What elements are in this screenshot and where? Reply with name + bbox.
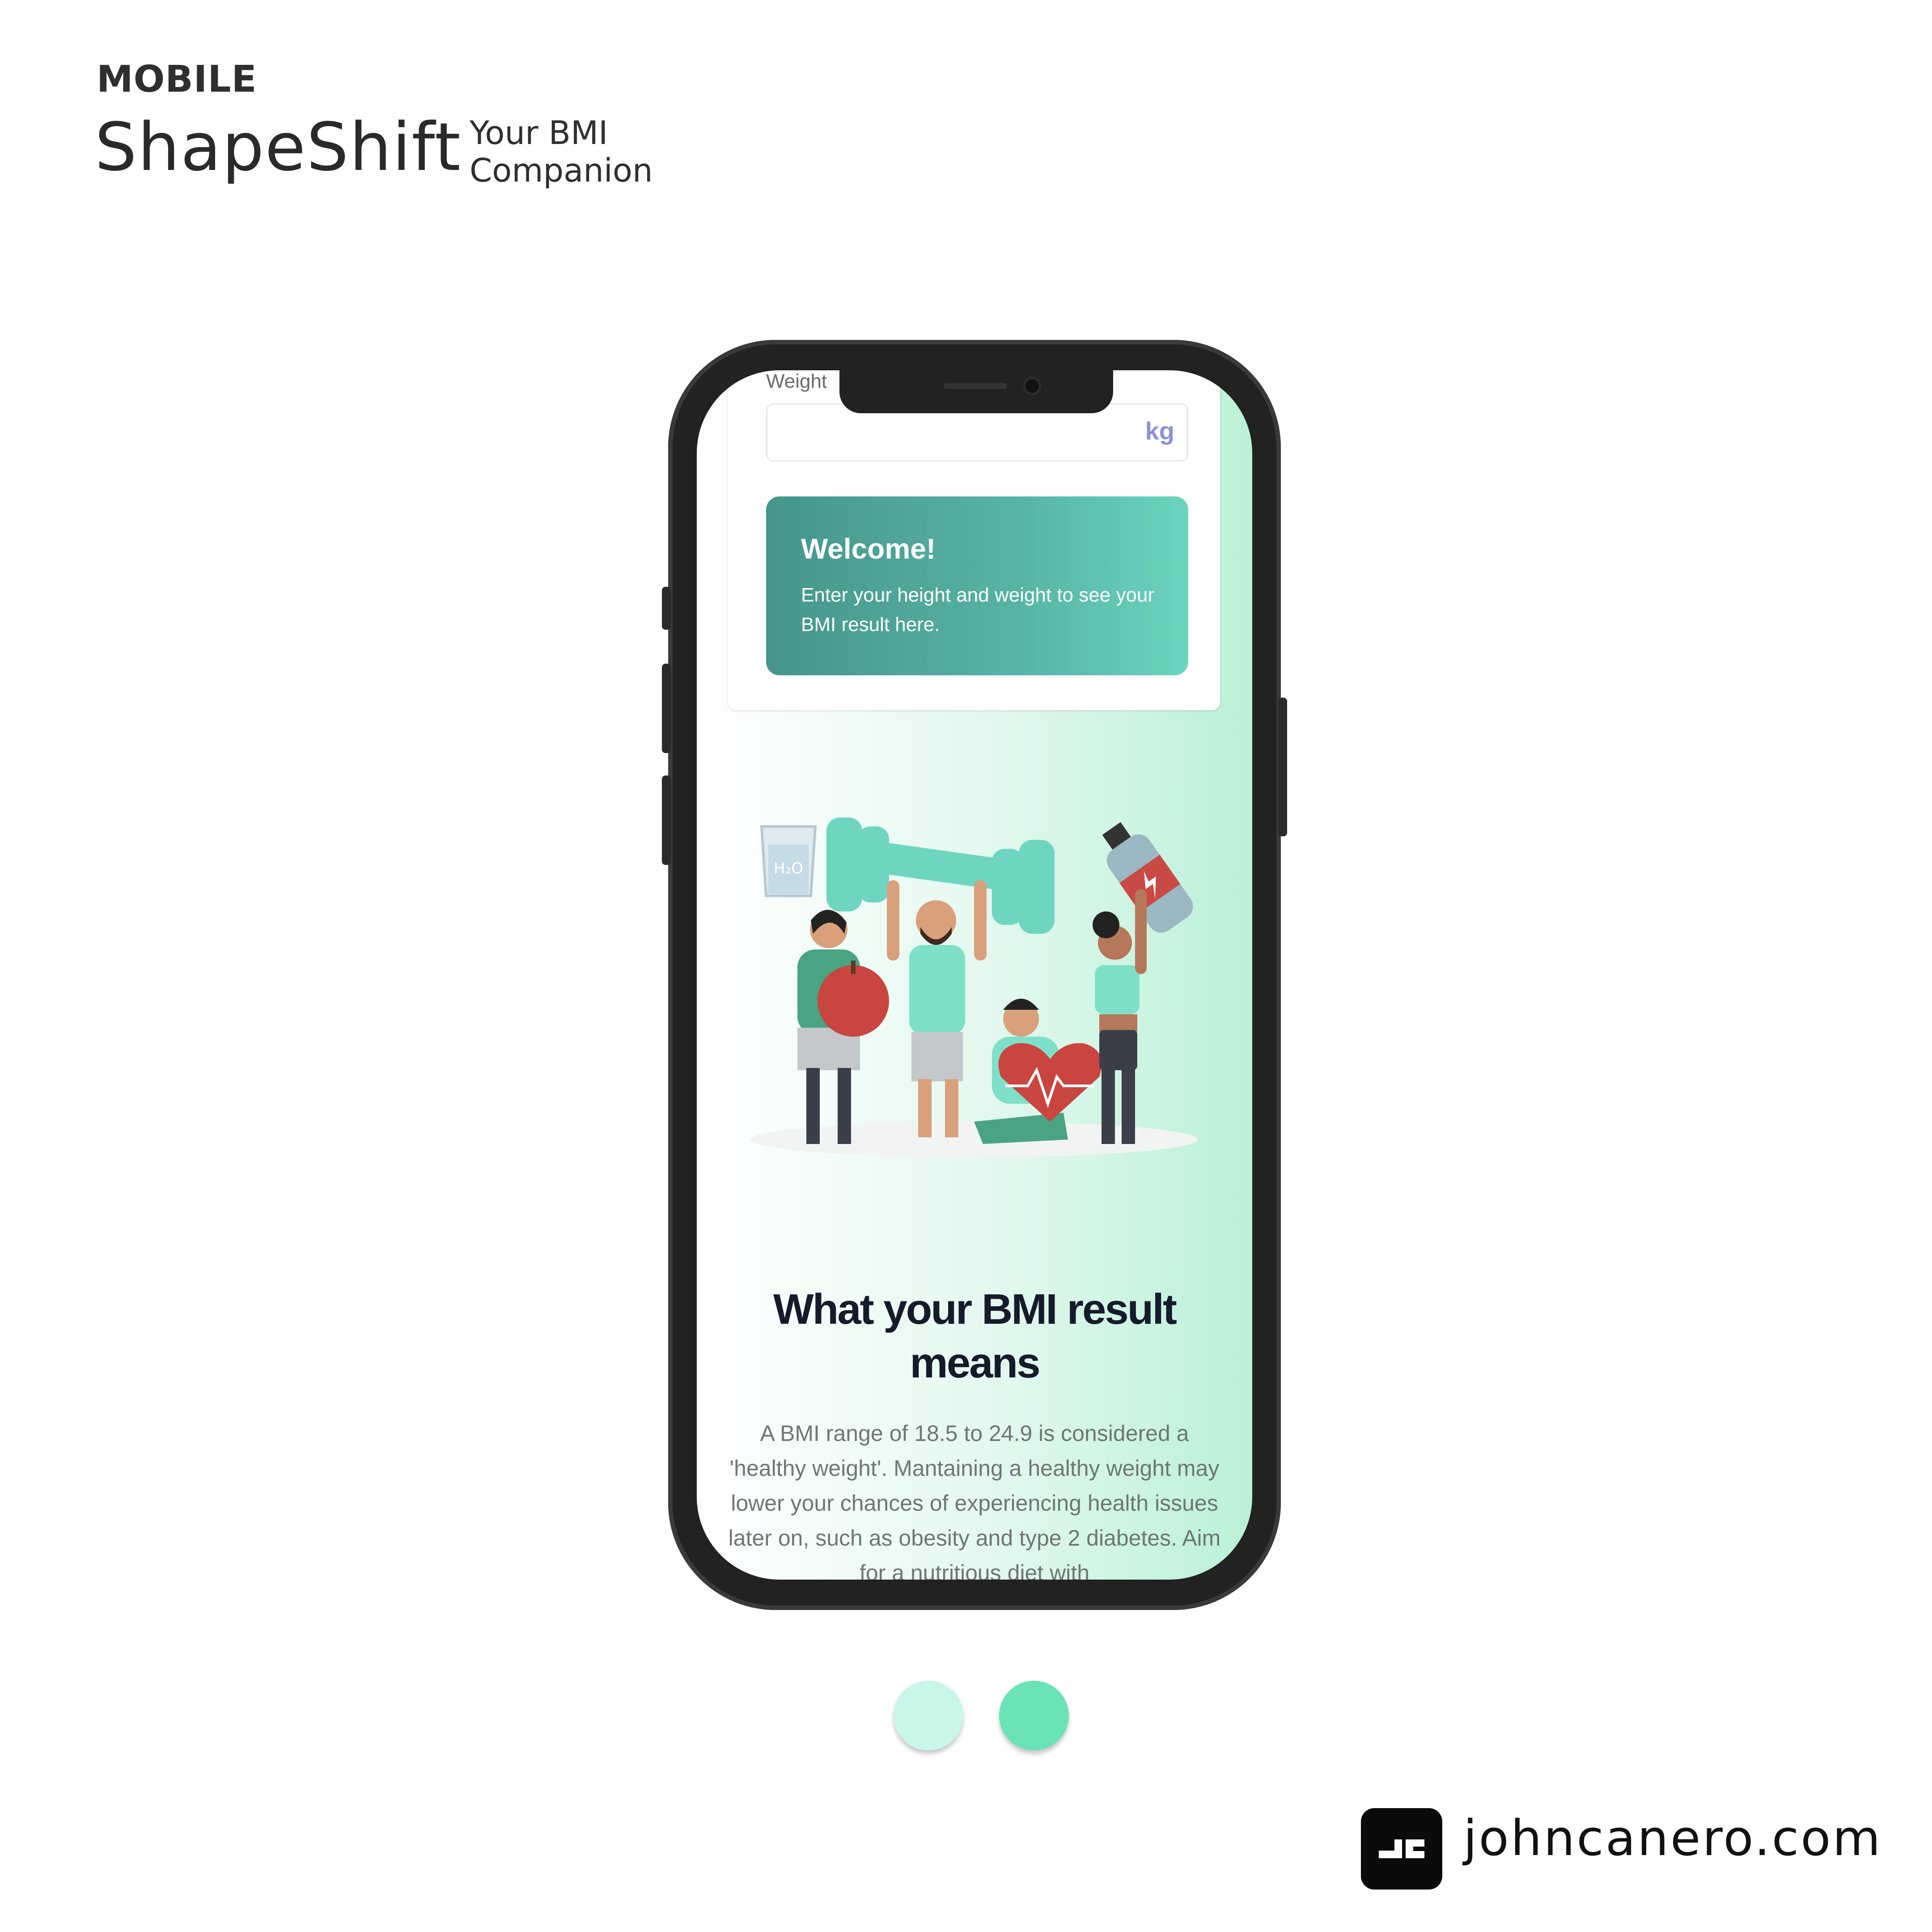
volume-down-button <box>662 775 671 865</box>
weight-unit: kg <box>1145 417 1174 445</box>
water-glass-icon: H₂O <box>760 825 817 897</box>
category-label: MOBILE <box>97 58 257 101</box>
bmi-info-heading: What your BMI result means <box>773 1285 1177 1387</box>
person-lifting <box>887 880 987 1137</box>
h2o-label: H₂O <box>774 860 803 877</box>
person-apple <box>797 910 889 1144</box>
bmi-info-paragraph: A BMI range of 18.5 to 24.9 is considere… <box>728 1421 1221 1580</box>
tagline-line-1: Your BMI <box>470 114 608 152</box>
brand-tagline: Your BMI Companion <box>470 114 653 189</box>
color-swatch-light-mint <box>894 1681 963 1750</box>
weight-label: Weight <box>766 370 827 392</box>
mute-switch <box>662 587 671 630</box>
website-label: johncanero.com <box>1463 1809 1882 1867</box>
bmi-form-card: Weight kg Welcome! Enter your height and… <box>728 370 1220 710</box>
welcome-body: Enter your height and weight to see your… <box>801 584 1155 636</box>
tagline-line-2: Companion <box>470 152 653 189</box>
speaker-grille <box>944 383 1007 389</box>
person-woman <box>1093 889 1147 1144</box>
volume-up-button <box>662 664 671 753</box>
welcome-title: Welcome! <box>801 533 936 565</box>
person-heart <box>974 999 1102 1144</box>
fitness-illustration: H₂O <box>750 818 1198 1157</box>
power-button <box>1278 698 1287 836</box>
brand-title: ShapeShift <box>95 109 462 186</box>
phone-notch <box>839 370 1113 413</box>
phone-screen: Weight kg Welcome! Enter your height and… <box>697 370 1252 1580</box>
jc-logo-icon <box>1361 1808 1442 1890</box>
apple-icon <box>818 965 889 1037</box>
front-camera <box>1025 379 1039 393</box>
welcome-banner: Welcome! Enter your height and weight to… <box>766 496 1188 675</box>
color-swatch-mint <box>999 1681 1069 1750</box>
